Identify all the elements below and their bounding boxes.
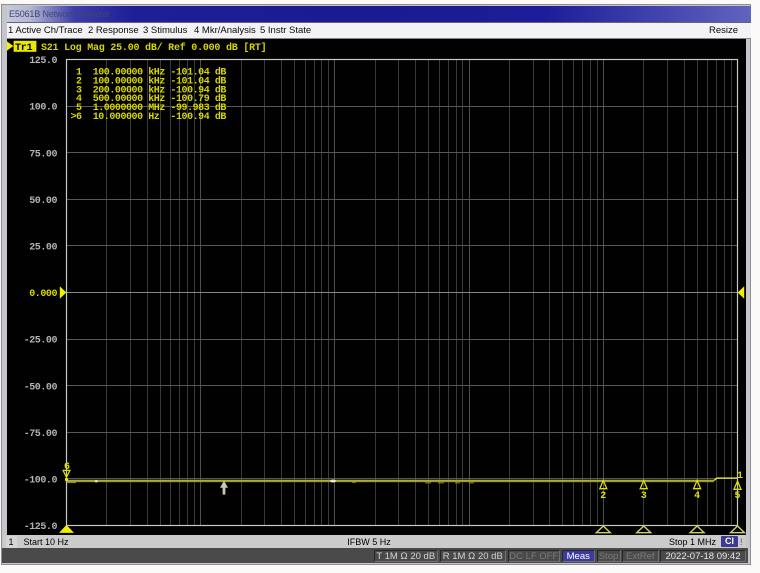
svg-text:6: 6 — [64, 462, 70, 473]
svg-text:100.0: 100.0 — [29, 103, 57, 114]
svg-text:125.0: 125.0 — [29, 56, 57, 67]
svg-text:-100.0: -100.0 — [24, 476, 58, 487]
svg-text:-25.00: -25.00 — [24, 336, 58, 347]
svg-text:75.00: 75.00 — [29, 149, 57, 160]
svg-text:Tr1: Tr1 — [15, 43, 33, 54]
svg-text:1: 1 — [737, 471, 743, 482]
svg-text:3: 3 — [641, 491, 647, 502]
svg-text:25.00: 25.00 — [29, 243, 57, 254]
svg-text:-125.0: -125.0 — [24, 522, 58, 533]
svg-text:5: 5 — [734, 491, 740, 502]
svg-text:S21 Log Mag 25.00 dB/ Ref 0.00: S21 Log Mag 25.00 dB/ Ref 0.000 dB [RT] — [41, 42, 266, 54]
svg-text:4: 4 — [694, 491, 700, 502]
svg-text:-75.00: -75.00 — [24, 429, 58, 440]
svg-text:-50.00: -50.00 — [24, 382, 58, 393]
svg-text:>6 10.000000 Hz -100.94 dB: >6 10.000000 Hz -100.94 dB — [71, 111, 227, 123]
svg-text:50.00: 50.00 — [29, 196, 57, 207]
svg-text:2: 2 — [600, 491, 606, 502]
svg-text:0.000: 0.000 — [29, 289, 57, 300]
